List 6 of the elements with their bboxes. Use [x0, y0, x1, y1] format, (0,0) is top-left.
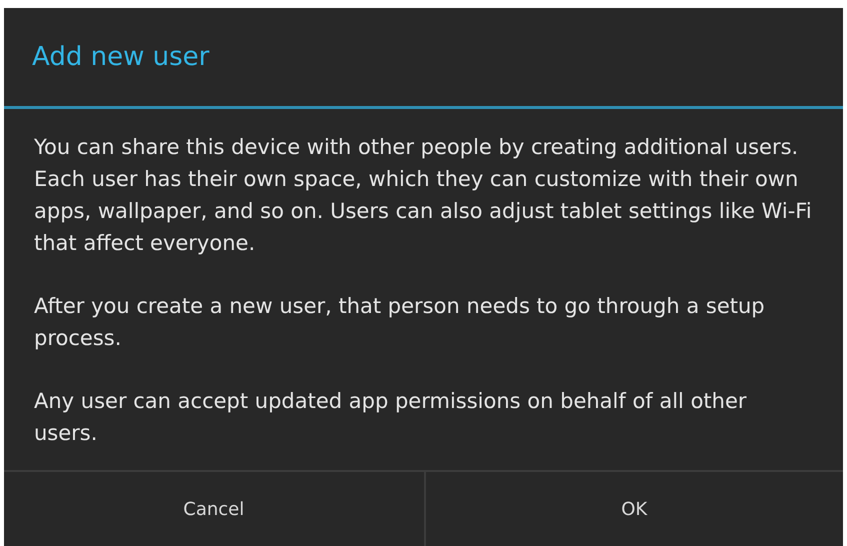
dialog-paragraph: After you create a new user, that person needs to go through a setup process. [34, 293, 766, 352]
dialog-button[interactable]: OK [424, 472, 843, 546]
dialog-title: Add new user [4, 8, 843, 109]
dialog-button[interactable]: Cancel [4, 472, 424, 546]
dialog-paragraph: You can share this device with other people by creating additional users. Each user has their own space, which they can customize with their own apps, wallpaper, and so on. Users can also adjust tablet settings like Wi-Fi that affect everyone. [34, 134, 813, 257]
dialog-paragraph: Any user can accept updated app permissions on behalf of all other users. [34, 388, 748, 447]
